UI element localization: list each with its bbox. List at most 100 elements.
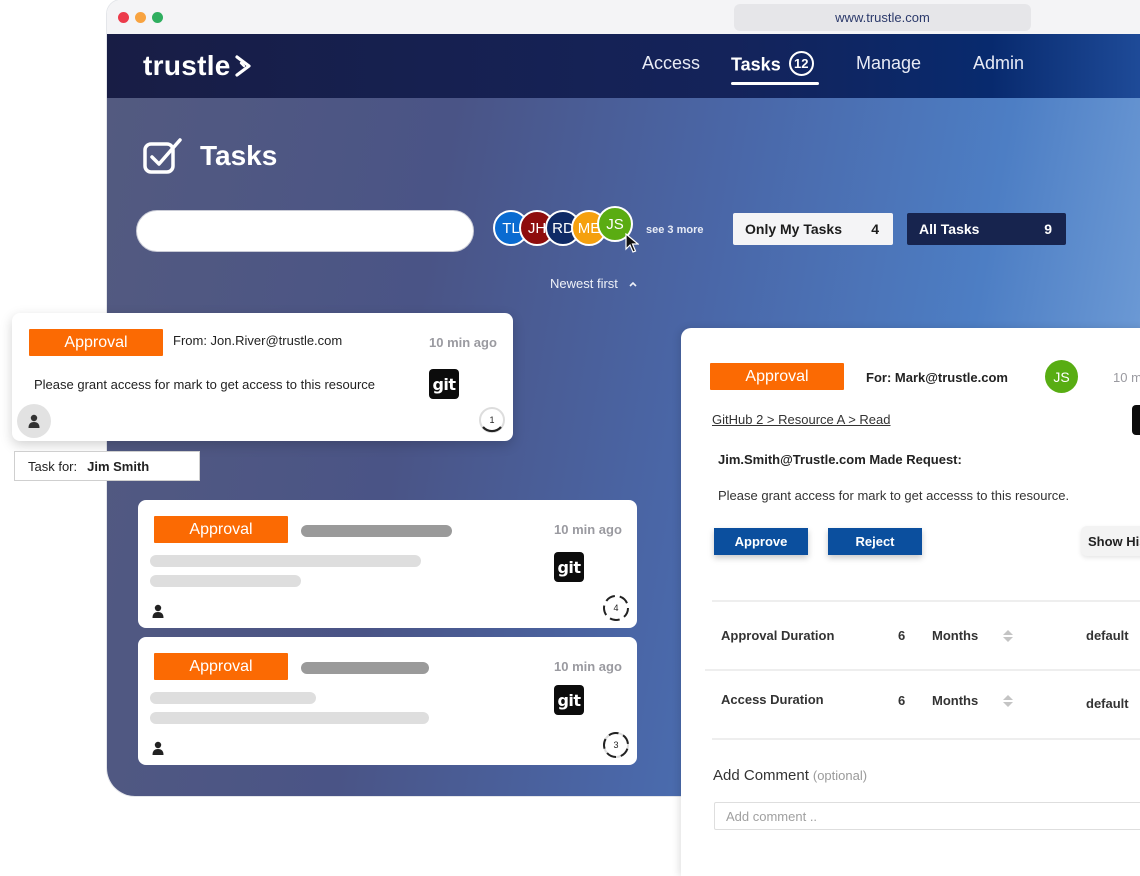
reject-button[interactable]: Reject: [828, 528, 922, 555]
approval-tag: Approval: [154, 653, 288, 680]
avatar-initials: JS: [606, 215, 624, 233]
nav-admin[interactable]: Admin: [973, 53, 1024, 74]
task-time: 10 min ago: [554, 522, 622, 537]
progress-count: 4: [613, 603, 619, 613]
git-icon: git: [554, 552, 584, 582]
progress-count: 3: [613, 740, 619, 750]
see-more-link[interactable]: see 3 more: [646, 224, 703, 236]
nav-manage-label: Manage: [856, 53, 922, 73]
request-time: 10 min ago: [1113, 370, 1140, 385]
access-duration-unit[interactable]: Months: [932, 693, 978, 708]
selected-task-card[interactable]: Approval From: Jon.River@trustle.com 10 …: [12, 313, 513, 441]
sort-stepper-icon[interactable]: [1002, 628, 1014, 644]
user-avatar[interactable]: [17, 404, 51, 438]
progress-ring: 3: [602, 731, 630, 759]
task-card[interactable]: Approval 10 min ago git 3: [138, 637, 637, 765]
search-input[interactable]: [136, 210, 474, 252]
add-comment-text: Add Comment: [713, 767, 809, 784]
task-card[interactable]: Approval 10 min ago git 4: [138, 500, 637, 628]
mouse-cursor-icon: [625, 233, 639, 253]
comment-input[interactable]: [714, 802, 1140, 830]
requester-heading: Jim.Smith@Trustle.com Made Request:: [718, 452, 962, 467]
trustle-logo[interactable]: trustle: [143, 50, 254, 82]
all-tasks-count: 9: [1044, 221, 1052, 237]
approve-button[interactable]: Approve: [714, 528, 808, 555]
avatar-initials: JH: [527, 219, 547, 237]
nav-admin-label: Admin: [973, 53, 1025, 73]
nav-manage[interactable]: Manage: [856, 53, 921, 74]
nav-access[interactable]: Access: [642, 53, 700, 74]
skeleton-line: [150, 712, 429, 724]
skeleton-line: [150, 555, 421, 567]
access-duration-label: Access Duration: [721, 692, 824, 707]
user-icon: [152, 741, 164, 755]
all-tasks-button[interactable]: All Tasks 9: [907, 213, 1066, 245]
logo-chevron-icon: [235, 55, 251, 77]
resource-breadcrumb[interactable]: GitHub 2 > Resource A > Read: [712, 412, 891, 427]
minimize-window-button[interactable]: [135, 12, 146, 23]
tasks-count-badge: 12: [788, 51, 814, 76]
page-title: Tasks: [142, 136, 277, 176]
browser-chrome: www.trustle.com: [107, 0, 1140, 34]
only-my-tasks-button[interactable]: Only My Tasks 4: [733, 213, 893, 245]
approval-duration-value[interactable]: 6: [898, 628, 905, 643]
approval-tag: Approval: [710, 363, 844, 390]
divider: [712, 738, 1140, 740]
maximize-window-button[interactable]: [152, 12, 163, 23]
git-icon: git: [554, 685, 584, 715]
avatar-initials: JS: [1053, 368, 1070, 385]
sort-label: Newest first: [550, 276, 618, 291]
approval-duration-unit[interactable]: Months: [932, 628, 978, 643]
url-text: www.trustle.com: [835, 10, 930, 25]
assignee-avatars: TL JH RD ME JS: [493, 206, 633, 248]
chevron-up-icon: [628, 281, 637, 287]
request-message: Please grant access for mark to get acce…: [718, 488, 1070, 503]
git-icon: [1132, 405, 1140, 435]
logo-text: trustle: [143, 50, 231, 81]
approval-tag: Approval: [154, 516, 288, 543]
approval-tag: Approval: [29, 329, 163, 356]
top-navbar: trustle Access Tasks 12 Manage Admin: [107, 34, 1140, 98]
show-history-button[interactable]: Show History: [1081, 526, 1140, 556]
all-tasks-label: All Tasks: [919, 221, 980, 237]
user-icon: [28, 414, 40, 428]
sort-dropdown[interactable]: Newest first: [550, 276, 638, 291]
task-time: 10 min ago: [554, 659, 622, 674]
nav-tasks[interactable]: Tasks 12: [731, 51, 814, 78]
url-bar[interactable]: www.trustle.com: [734, 4, 1031, 31]
task-for-name: Jim Smith: [87, 458, 150, 474]
sort-stepper-icon[interactable]: [1002, 693, 1014, 709]
task-time: 10 min ago: [429, 335, 497, 350]
task-for-label: Task for: Jim Smith: [14, 451, 200, 481]
access-duration-default: default: [1086, 696, 1129, 711]
access-duration-value[interactable]: 6: [898, 693, 905, 708]
skeleton-line: [150, 575, 301, 587]
skeleton-line: [301, 662, 429, 674]
skeleton-line: [301, 525, 452, 537]
request-for: For: Mark@trustle.com: [866, 370, 1008, 385]
requester-avatar[interactable]: JS: [1045, 360, 1078, 393]
user-icon: [152, 604, 164, 618]
task-message: Please grant access for mark to get acce…: [34, 377, 376, 392]
screen: www.trustle.com trustle Access Tasks 12 M…: [0, 0, 1140, 876]
task-from: From: Jon.River@trustle.com: [173, 333, 343, 348]
skeleton-line: [150, 692, 316, 704]
close-window-button[interactable]: [118, 12, 129, 23]
only-my-tasks-label: Only My Tasks: [745, 221, 843, 237]
avatar-initials: TL: [502, 219, 520, 237]
task-detail-panel: Approval For: Mark@trustle.com JS 10 min…: [681, 328, 1140, 876]
only-my-tasks-count: 4: [871, 221, 879, 237]
nav-access-label: Access: [642, 53, 701, 73]
tasks-checkbox-icon: [143, 138, 182, 174]
progress-ring: 1: [478, 406, 506, 434]
approval-duration-label: Approval Duration: [721, 628, 835, 643]
divider: [712, 600, 1140, 602]
task-for-prefix: Task for:: [28, 458, 78, 474]
progress-count: 1: [489, 415, 495, 425]
git-icon: git: [429, 369, 459, 399]
page-title-text: Tasks: [200, 140, 278, 171]
approval-duration-default: default: [1086, 628, 1129, 643]
progress-ring: 4: [602, 594, 630, 622]
optional-hint: (optional): [812, 768, 868, 783]
active-tab-underline: [731, 82, 819, 85]
